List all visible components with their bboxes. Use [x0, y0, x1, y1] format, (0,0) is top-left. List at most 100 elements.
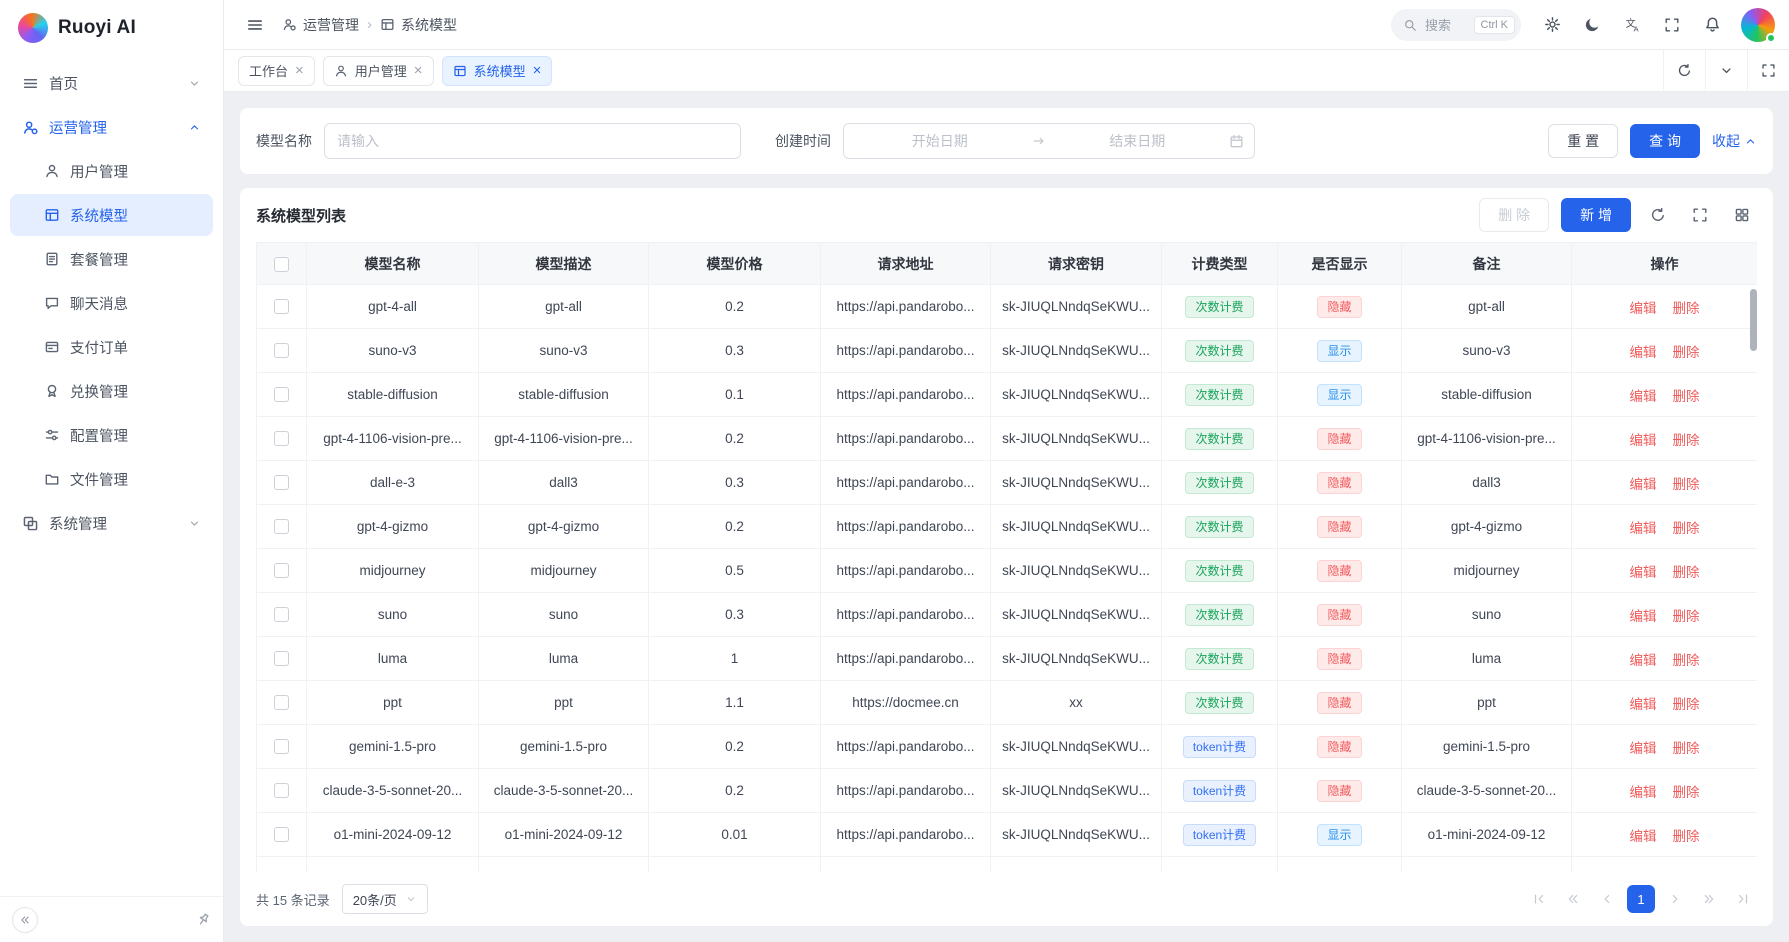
search-button[interactable]: 查 询: [1630, 124, 1700, 158]
pagination-prev-button[interactable]: [1593, 885, 1621, 913]
edit-link[interactable]: 编辑: [1630, 345, 1657, 360]
pagination-last-button[interactable]: [1729, 885, 1757, 913]
sidebar-item-exchange-mgmt[interactable]: 兑换管理: [10, 370, 213, 412]
row-checkbox[interactable]: [274, 607, 289, 622]
maximize-content-button[interactable]: [1747, 50, 1789, 91]
close-tab-icon[interactable]: ×: [533, 63, 542, 78]
settings-button[interactable]: [1535, 8, 1569, 42]
edit-link[interactable]: 编辑: [1630, 697, 1657, 712]
maximize-icon: [1761, 63, 1776, 78]
row-checkbox[interactable]: [274, 739, 289, 754]
delete-link[interactable]: 删除: [1673, 697, 1700, 712]
column-settings-button[interactable]: [1727, 200, 1757, 230]
refresh-page-button[interactable]: [1663, 50, 1705, 91]
display-status-tag: 隐藏: [1317, 560, 1361, 582]
edit-link[interactable]: 编辑: [1630, 609, 1657, 624]
tab-user-mgmt[interactable]: 用户管理×: [323, 56, 434, 86]
toggle-sidebar-button[interactable]: [238, 8, 272, 42]
dark-mode-button[interactable]: [1575, 8, 1609, 42]
sidebar-item-user-mgmt[interactable]: 用户管理: [10, 150, 213, 192]
breadcrumb-item[interactable]: 运营管理: [282, 15, 359, 35]
pagination-fast-next-button[interactable]: [1695, 885, 1723, 913]
sidebar-item-file-mgmt[interactable]: 文件管理: [10, 458, 213, 500]
collapse-sidebar-icon: [19, 914, 31, 926]
edit-link[interactable]: 编辑: [1630, 829, 1657, 844]
delete-link[interactable]: 删除: [1673, 829, 1700, 844]
edit-link[interactable]: 编辑: [1630, 653, 1657, 668]
delete-link[interactable]: 删除: [1673, 785, 1700, 800]
sidebar-item-package-mgmt[interactable]: 套餐管理: [10, 238, 213, 280]
breadcrumb: 运营管理›系统模型: [282, 15, 457, 35]
refresh-table-button[interactable]: [1643, 200, 1673, 230]
row-checkbox[interactable]: [274, 519, 289, 534]
add-button[interactable]: 新 增: [1561, 198, 1631, 232]
edit-link[interactable]: 编辑: [1630, 785, 1657, 800]
language-button[interactable]: 文A: [1615, 8, 1649, 42]
avatar[interactable]: [1741, 8, 1775, 42]
edit-link[interactable]: 编辑: [1630, 565, 1657, 580]
operations-icon: [282, 17, 297, 32]
delete-link[interactable]: 删除: [1673, 301, 1700, 316]
row-checkbox[interactable]: [274, 651, 289, 666]
notifications-button[interactable]: [1695, 8, 1729, 42]
row-checkbox[interactable]: [274, 431, 289, 446]
close-tab-icon[interactable]: ×: [295, 63, 304, 78]
pagination-fast-prev-button[interactable]: [1559, 885, 1587, 913]
date-range-picker[interactable]: [843, 123, 1255, 159]
tab-system-model[interactable]: 系统模型×: [442, 56, 553, 86]
sidebar-item-config-mgmt[interactable]: 配置管理: [10, 414, 213, 456]
pagination-next-button[interactable]: [1661, 885, 1689, 913]
end-date-input[interactable]: [1052, 132, 1224, 150]
delete-link[interactable]: 删除: [1673, 389, 1700, 404]
app-logo[interactable]: Ruoyi AI: [0, 0, 223, 56]
delete-link[interactable]: 删除: [1673, 433, 1700, 448]
row-checkbox[interactable]: [274, 343, 289, 358]
delete-link[interactable]: 删除: [1673, 521, 1700, 536]
edit-link[interactable]: 编辑: [1630, 521, 1657, 536]
row-checkbox[interactable]: [274, 475, 289, 490]
select-all-checkbox[interactable]: [274, 257, 289, 272]
sidebar-item-payment-orders[interactable]: 支付订单: [10, 326, 213, 368]
fullscreen-button[interactable]: [1655, 8, 1689, 42]
delete-link[interactable]: 删除: [1673, 477, 1700, 492]
edit-link[interactable]: 编辑: [1630, 433, 1657, 448]
sidebar-collapse-button[interactable]: [12, 907, 38, 933]
breadcrumb-item[interactable]: 系统模型: [380, 15, 457, 35]
edit-link[interactable]: 编辑: [1630, 477, 1657, 492]
pagination-first-button[interactable]: [1525, 885, 1553, 913]
billing-type-tag: token计费: [1183, 780, 1256, 802]
edit-link[interactable]: 编辑: [1630, 741, 1657, 756]
model-name-input[interactable]: [324, 123, 741, 159]
sidebar-item-home[interactable]: 首页: [10, 62, 213, 104]
delete-link[interactable]: 删除: [1673, 609, 1700, 624]
reset-button[interactable]: 重 置: [1548, 124, 1618, 158]
edit-link[interactable]: 编辑: [1630, 301, 1657, 316]
delete-link[interactable]: 删除: [1673, 741, 1700, 756]
row-checkbox[interactable]: [274, 783, 289, 798]
delete-link[interactable]: 删除: [1673, 653, 1700, 668]
batch-delete-button[interactable]: 删 除: [1479, 198, 1549, 232]
tabs-menu-button[interactable]: [1705, 50, 1747, 91]
delete-link[interactable]: 删除: [1673, 345, 1700, 360]
pagination-page-1[interactable]: 1: [1627, 885, 1655, 913]
start-date-input[interactable]: [854, 132, 1026, 150]
row-checkbox[interactable]: [274, 299, 289, 314]
sidebar-item-system-mgmt[interactable]: 系统管理: [10, 502, 213, 544]
pin-icon[interactable]: [193, 909, 214, 930]
fullscreen-table-button[interactable]: [1685, 200, 1715, 230]
edit-link[interactable]: 编辑: [1630, 389, 1657, 404]
table-scrollbar[interactable]: [1750, 289, 1757, 351]
page-size-select[interactable]: 20条/页: [342, 884, 428, 914]
sidebar-item-system-model[interactable]: 系统模型: [10, 194, 213, 236]
sidebar-item-operations[interactable]: 运营管理: [10, 106, 213, 148]
sidebar-item-chat-messages[interactable]: 聊天消息: [10, 282, 213, 324]
row-checkbox[interactable]: [274, 563, 289, 578]
row-checkbox[interactable]: [274, 387, 289, 402]
collapse-filter-button[interactable]: 收起: [1712, 131, 1757, 151]
global-search[interactable]: 搜索 Ctrl K: [1391, 9, 1521, 41]
row-checkbox[interactable]: [274, 827, 289, 842]
close-tab-icon[interactable]: ×: [414, 63, 423, 78]
delete-link[interactable]: 删除: [1673, 565, 1700, 580]
tab-workbench[interactable]: 工作台×: [238, 56, 315, 86]
row-checkbox[interactable]: [274, 695, 289, 710]
